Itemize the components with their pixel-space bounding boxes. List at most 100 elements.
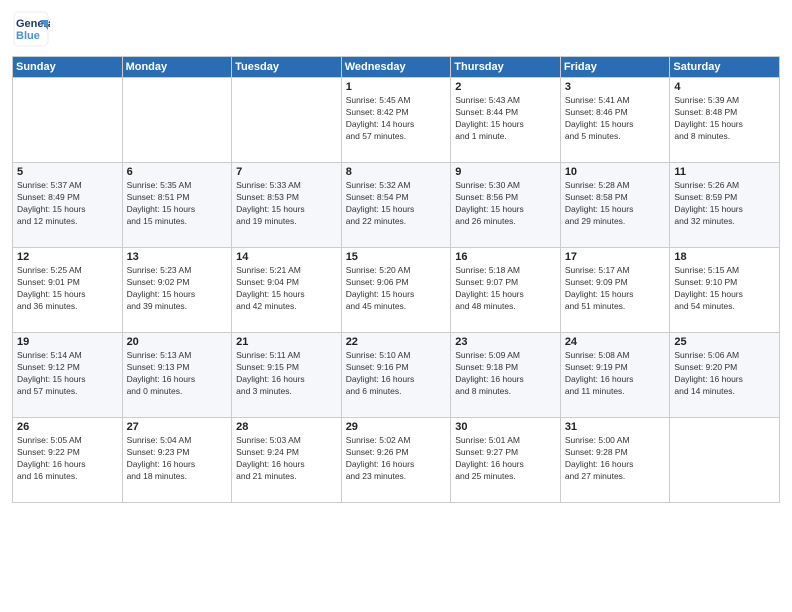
calendar-cell — [122, 78, 232, 163]
day-info: Sunrise: 5:18 AM Sunset: 9:07 PM Dayligh… — [455, 265, 556, 313]
day-info: Sunrise: 5:01 AM Sunset: 9:27 PM Dayligh… — [455, 435, 556, 483]
day-info: Sunrise: 5:03 AM Sunset: 9:24 PM Dayligh… — [236, 435, 337, 483]
day-number: 30 — [455, 421, 556, 433]
day-number: 5 — [17, 166, 118, 178]
calendar-header-sunday: Sunday — [13, 57, 123, 78]
calendar-cell: 10Sunrise: 5:28 AM Sunset: 8:58 PM Dayli… — [560, 163, 670, 248]
day-info: Sunrise: 5:23 AM Sunset: 9:02 PM Dayligh… — [127, 265, 228, 313]
day-number: 3 — [565, 81, 666, 93]
calendar-header-thursday: Thursday — [451, 57, 561, 78]
day-number: 14 — [236, 251, 337, 263]
calendar-cell: 24 Sunrise: 5:08 AM Sunset: 9:19 PM Dayli… — [560, 333, 670, 418]
day-info: Sunrise: 5:37 AM Sunset: 8:49 PM Dayligh… — [17, 180, 118, 228]
day-info: Sunrise: 5:41 AM Sunset: 8:46 PM Dayligh… — [565, 95, 666, 143]
day-info: Sunrise: 5:30 AM Sunset: 8:56 PM Dayligh… — [455, 180, 556, 228]
day-info: Sunrise: 5:09 AM Sunset: 9:18 PM Dayligh… — [455, 350, 556, 398]
day-info: Sunrise: 5:04 AM Sunset: 9:23 PM Dayligh… — [127, 435, 228, 483]
calendar-cell: 31 Sunrise: 5:00 AM Sunset: 9:28 PM Dayli… — [560, 418, 670, 503]
calendar-cell: 26 Sunrise: 5:05 AM Sunset: 9:22 PM Dayli… — [13, 418, 123, 503]
calendar-week-row: 19 Sunrise: 5:14 AM Sunset: 9:12 PM Dayli… — [13, 333, 780, 418]
day-info: Sunrise: 5:43 AM Sunset: 8:44 PM Dayligh… — [455, 95, 556, 143]
calendar-cell: 6Sunrise: 5:35 AM Sunset: 8:51 PM Daylig… — [122, 163, 232, 248]
day-number: 27 — [127, 421, 228, 433]
day-number: 9 — [455, 166, 556, 178]
calendar-table: SundayMondayTuesdayWednesdayThursdayFrid… — [12, 56, 780, 503]
calendar-cell: 23 Sunrise: 5:09 AM Sunset: 9:18 PM Dayli… — [451, 333, 561, 418]
day-info: Sunrise: 5:26 AM Sunset: 8:59 PM Dayligh… — [674, 180, 775, 228]
day-info: Sunrise: 5:06 AM Sunset: 9:20 PM Dayligh… — [674, 350, 775, 398]
calendar-cell: 25 Sunrise: 5:06 AM Sunset: 9:20 PM Dayli… — [670, 333, 780, 418]
day-info: Sunrise: 5:14 AM Sunset: 9:12 PM Dayligh… — [17, 350, 118, 398]
calendar-week-row: 5 Sunrise: 5:37 AM Sunset: 8:49 PM Daylig… — [13, 163, 780, 248]
day-number: 17 — [565, 251, 666, 263]
day-info: Sunrise: 5:15 AM Sunset: 9:10 PM Dayligh… — [674, 265, 775, 313]
day-number: 20 — [127, 336, 228, 348]
calendar-cell: 4 Sunrise: 5:39 AM Sunset: 8:48 PM Daylig… — [670, 78, 780, 163]
day-number: 8 — [346, 166, 447, 178]
calendar-week-row: 26 Sunrise: 5:05 AM Sunset: 9:22 PM Dayli… — [13, 418, 780, 503]
calendar-header-tuesday: Tuesday — [232, 57, 342, 78]
calendar-header-friday: Friday — [560, 57, 670, 78]
calendar-cell: 15 Sunrise: 5:20 AM Sunset: 9:06 PM Dayli… — [341, 248, 451, 333]
day-info: Sunrise: 5:39 AM Sunset: 8:48 PM Dayligh… — [674, 95, 775, 143]
day-number: 28 — [236, 421, 337, 433]
calendar-cell — [670, 418, 780, 503]
calendar-cell: 1Sunrise: 5:45 AM Sunset: 8:42 PM Daylig… — [341, 78, 451, 163]
logo: General Blue — [12, 10, 50, 48]
calendar-cell — [13, 78, 123, 163]
calendar-cell: 13Sunrise: 5:23 AM Sunset: 9:02 PM Dayli… — [122, 248, 232, 333]
day-number: 4 — [674, 81, 775, 93]
day-number: 22 — [346, 336, 447, 348]
calendar-cell: 2Sunrise: 5:43 AM Sunset: 8:44 PM Daylig… — [451, 78, 561, 163]
day-info: Sunrise: 5:13 AM Sunset: 9:13 PM Dayligh… — [127, 350, 228, 398]
day-info: Sunrise: 5:20 AM Sunset: 9:06 PM Dayligh… — [346, 265, 447, 313]
calendar-cell: 11 Sunrise: 5:26 AM Sunset: 8:59 PM Dayli… — [670, 163, 780, 248]
svg-text:Blue: Blue — [16, 30, 40, 42]
day-number: 24 — [565, 336, 666, 348]
day-info: Sunrise: 5:28 AM Sunset: 8:58 PM Dayligh… — [565, 180, 666, 228]
logo-icon: General Blue — [12, 10, 50, 48]
day-number: 12 — [17, 251, 118, 263]
day-info: Sunrise: 5:32 AM Sunset: 8:54 PM Dayligh… — [346, 180, 447, 228]
calendar-cell: 30 Sunrise: 5:01 AM Sunset: 9:27 PM Dayli… — [451, 418, 561, 503]
day-info: Sunrise: 5:02 AM Sunset: 9:26 PM Dayligh… — [346, 435, 447, 483]
calendar-cell: 20 Sunrise: 5:13 AM Sunset: 9:13 PM Dayli… — [122, 333, 232, 418]
calendar-cell: 3 Sunrise: 5:41 AM Sunset: 8:46 PM Daylig… — [560, 78, 670, 163]
day-number: 11 — [674, 166, 775, 178]
calendar-header-wednesday: Wednesday — [341, 57, 451, 78]
calendar-header-row: SundayMondayTuesdayWednesdayThursdayFrid… — [13, 57, 780, 78]
day-number: 29 — [346, 421, 447, 433]
day-info: Sunrise: 5:11 AM Sunset: 9:15 PM Dayligh… — [236, 350, 337, 398]
calendar-cell — [232, 78, 342, 163]
day-number: 26 — [17, 421, 118, 433]
day-info: Sunrise: 5:45 AM Sunset: 8:42 PM Dayligh… — [346, 95, 447, 143]
calendar-cell: 5 Sunrise: 5:37 AM Sunset: 8:49 PM Daylig… — [13, 163, 123, 248]
day-number: 7 — [236, 166, 337, 178]
calendar-cell: 28 Sunrise: 5:03 AM Sunset: 9:24 PM Dayli… — [232, 418, 342, 503]
day-info: Sunrise: 5:00 AM Sunset: 9:28 PM Dayligh… — [565, 435, 666, 483]
calendar-cell: 9 Sunrise: 5:30 AM Sunset: 8:56 PM Daylig… — [451, 163, 561, 248]
calendar-cell: 14Sunrise: 5:21 AM Sunset: 9:04 PM Dayli… — [232, 248, 342, 333]
day-info: Sunrise: 5:33 AM Sunset: 8:53 PM Dayligh… — [236, 180, 337, 228]
calendar-cell: 19 Sunrise: 5:14 AM Sunset: 9:12 PM Dayli… — [13, 333, 123, 418]
calendar-cell: 12Sunrise: 5:25 AM Sunset: 9:01 PM Dayli… — [13, 248, 123, 333]
day-info: Sunrise: 5:05 AM Sunset: 9:22 PM Dayligh… — [17, 435, 118, 483]
page-container: General Blue SundayMondayTuesdayWednesda… — [0, 0, 792, 612]
day-number: 23 — [455, 336, 556, 348]
day-number: 19 — [17, 336, 118, 348]
calendar-cell: 7 Sunrise: 5:33 AM Sunset: 8:53 PM Daylig… — [232, 163, 342, 248]
day-number: 6 — [127, 166, 228, 178]
calendar-cell: 22 Sunrise: 5:10 AM Sunset: 9:16 PM Dayli… — [341, 333, 451, 418]
calendar-cell: 16Sunrise: 5:18 AM Sunset: 9:07 PM Dayli… — [451, 248, 561, 333]
calendar-cell: 27 Sunrise: 5:04 AM Sunset: 9:23 PM Dayli… — [122, 418, 232, 503]
day-number: 15 — [346, 251, 447, 263]
day-number: 21 — [236, 336, 337, 348]
day-info: Sunrise: 5:10 AM Sunset: 9:16 PM Dayligh… — [346, 350, 447, 398]
day-number: 31 — [565, 421, 666, 433]
calendar-header-monday: Monday — [122, 57, 232, 78]
calendar-cell: 8 Sunrise: 5:32 AM Sunset: 8:54 PM Daylig… — [341, 163, 451, 248]
day-info: Sunrise: 5:08 AM Sunset: 9:19 PM Dayligh… — [565, 350, 666, 398]
page-header: General Blue — [12, 10, 780, 48]
day-number: 25 — [674, 336, 775, 348]
calendar-cell: 29 Sunrise: 5:02 AM Sunset: 9:26 PM Dayli… — [341, 418, 451, 503]
